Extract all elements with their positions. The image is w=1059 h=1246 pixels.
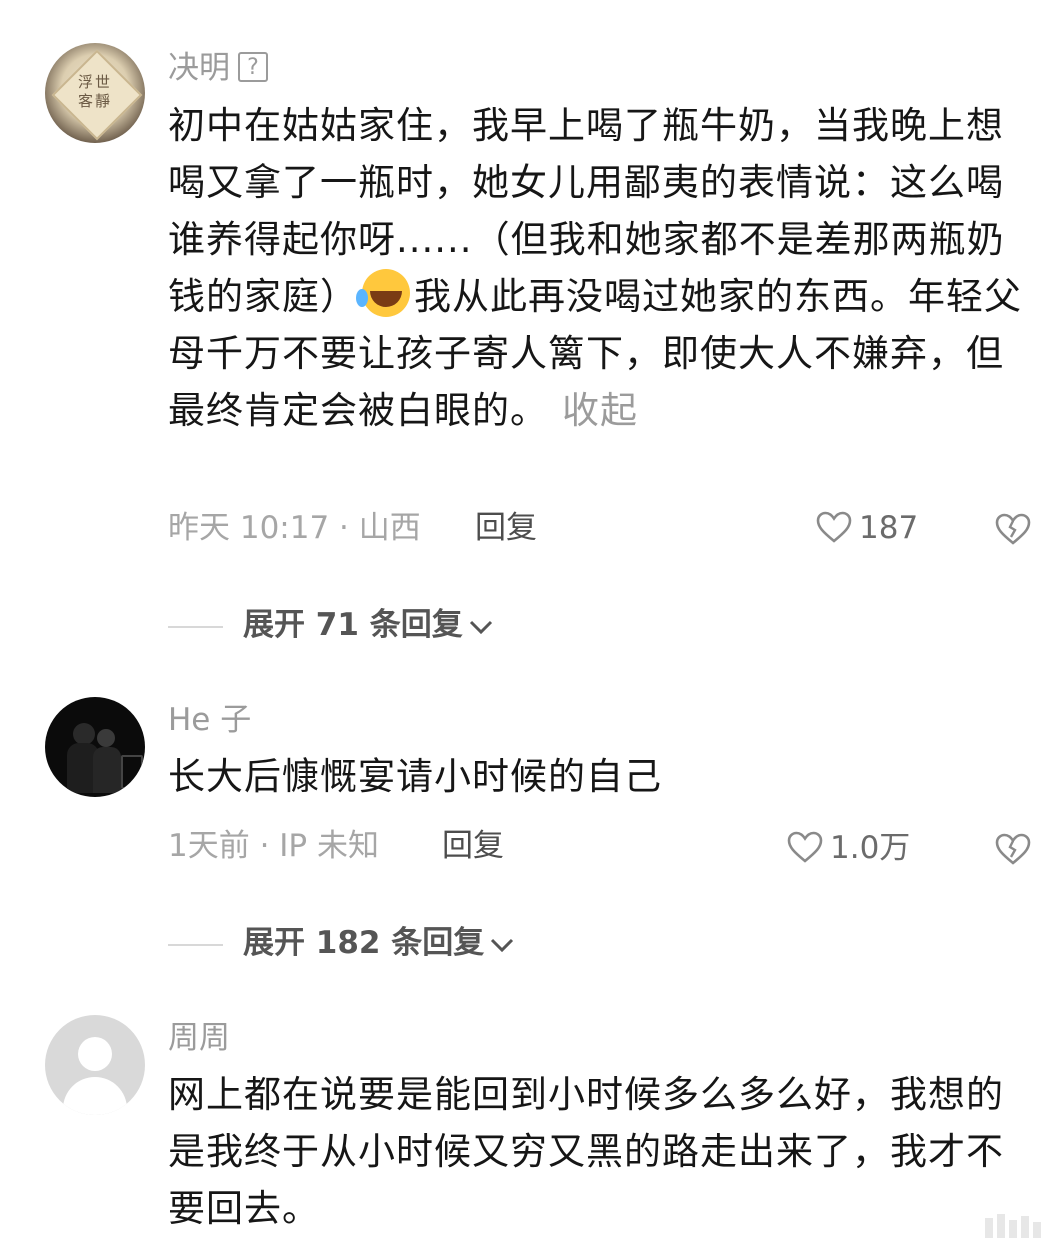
expand-replies-button[interactable]: 展开 71 条回复 (168, 605, 495, 645)
chevron-down-icon (469, 620, 492, 634)
avatar-figure (73, 723, 95, 745)
comment-body: 网上都在说要是能回到小时候多么多么好，我想的是我终于从小时候又穷又黑的路走出来了… (168, 1073, 1004, 1230)
broken-heart-icon[interactable] (994, 832, 1032, 866)
username[interactable]: 决明? (168, 48, 268, 88)
avatar-figure (93, 747, 121, 793)
comment-body: 长大后慷慨宴请小时候的自己 (168, 755, 662, 798)
avatar-figure (97, 729, 115, 747)
avatar-chair (121, 755, 143, 789)
expand-replies-button[interactable]: 展开 182 条回复 (168, 923, 516, 963)
username[interactable]: He 子 (168, 700, 251, 740)
heart-icon (787, 831, 823, 863)
default-avatar-body (63, 1077, 127, 1115)
expand-label: 展开 71 条回复 (243, 607, 463, 643)
divider-line (168, 943, 223, 946)
like-count: 1.0万 (830, 830, 911, 866)
avatar[interactable] (45, 697, 145, 797)
username[interactable]: 周周 (168, 1018, 230, 1058)
reply-button[interactable]: 回复 (442, 826, 504, 866)
comment-body: 初中在姑姑家住，我早上喝了瓶牛奶，当我晚上想喝又拿了一瓶时，她女儿用鄙夷的表情说… (168, 97, 1034, 439)
reply-button[interactable]: 回复 (475, 508, 537, 548)
avatar[interactable] (45, 1015, 145, 1115)
expand-label: 展开 182 条回复 (243, 925, 485, 961)
avatar[interactable]: 浮世 客靜 (45, 43, 145, 143)
question-mark-icon[interactable]: ? (238, 51, 268, 82)
collapse-link[interactable]: 收起 (562, 389, 638, 432)
divider-line (168, 625, 223, 628)
comment-meta: 1天前 · IP 未知 (168, 828, 379, 864)
like-count: 187 (859, 510, 919, 546)
heart-icon (816, 511, 852, 543)
rolling-on-floor-laughing-emoji (356, 269, 410, 317)
broken-heart-icon[interactable] (994, 512, 1032, 546)
avatar-seal-text: 浮世 客靜 (77, 73, 112, 110)
username-text[interactable]: 决明 (168, 50, 230, 86)
chevron-down-icon (491, 938, 514, 952)
like-button[interactable]: 187 (815, 508, 918, 548)
watermark-icon (985, 1214, 1041, 1238)
default-avatar-head (78, 1037, 112, 1071)
comment-meta: 昨天 10:17 · 山西 (168, 510, 421, 546)
like-button[interactable]: 1.0万 (786, 828, 910, 868)
